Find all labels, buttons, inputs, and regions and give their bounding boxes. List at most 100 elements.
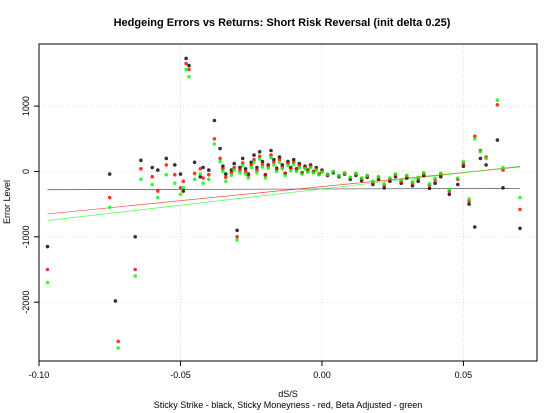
point-sticky-moneyness	[164, 163, 169, 167]
point-beta-adjusted	[300, 172, 304, 176]
point-beta-adjusted	[187, 74, 191, 79]
point-sticky-moneyness	[212, 137, 217, 141]
point-sticky-moneyness	[224, 175, 228, 180]
point-sticky-strike	[433, 181, 437, 185]
point-beta-adjusted	[178, 192, 183, 197]
point-beta-adjusted	[198, 172, 203, 176]
y-tick-label: -2000	[21, 291, 31, 314]
y-axis-label: Error Level	[2, 180, 12, 224]
point-sticky-moneyness	[198, 167, 203, 171]
point-sticky-strike	[133, 235, 137, 239]
point-sticky-strike	[173, 163, 177, 167]
point-sticky-strike	[139, 158, 143, 163]
point-beta-adjusted	[518, 195, 522, 200]
point-beta-adjusted	[376, 174, 381, 179]
point-sticky-strike	[484, 163, 488, 167]
point-sticky-strike	[207, 168, 211, 172]
point-beta-adjusted	[410, 180, 415, 184]
point-beta-adjusted	[365, 173, 370, 178]
point-sticky-moneyness	[495, 103, 500, 107]
point-sticky-moneyness	[156, 189, 160, 193]
point-sticky-moneyness	[518, 207, 522, 212]
point-sticky-strike	[235, 228, 239, 233]
point-beta-adjusted	[306, 170, 310, 174]
point-beta-adjusted	[289, 169, 293, 173]
point-beta-adjusted	[393, 172, 398, 176]
point-beta-adjusted	[433, 176, 437, 181]
point-beta-adjusted	[354, 171, 358, 176]
point-beta-adjusted	[478, 150, 483, 154]
point-beta-adjusted	[240, 163, 245, 168]
point-beta-adjusted	[107, 205, 112, 210]
y-tick-label: 0	[21, 169, 31, 174]
point-sticky-strike	[232, 161, 236, 166]
point-beta-adjusted	[133, 274, 137, 278]
point-sticky-strike	[192, 160, 197, 165]
point-sticky-strike	[224, 172, 228, 176]
point-beta-adjusted	[311, 171, 316, 175]
point-beta-adjusted	[342, 171, 347, 175]
point-sticky-moneyness	[45, 267, 50, 272]
point-beta-adjusted	[456, 176, 460, 180]
point-beta-adjusted	[325, 172, 330, 176]
point-beta-adjusted	[405, 173, 409, 178]
point-sticky-strike	[269, 148, 273, 153]
point-beta-adjusted	[501, 165, 505, 170]
point-beta-adjusted	[320, 170, 324, 174]
point-beta-adjusted	[294, 169, 299, 174]
point-beta-adjusted	[116, 346, 120, 350]
point-sticky-moneyness	[181, 179, 186, 184]
point-beta-adjusted	[283, 173, 288, 178]
legend-caption: Sticky Strike - black, Sticky Moneyness …	[154, 400, 423, 410]
point-beta-adjusted	[382, 182, 387, 186]
point-sticky-moneyness	[207, 172, 211, 177]
point-sticky-moneyness	[235, 235, 239, 239]
x-axis-label: dS/S	[278, 389, 298, 399]
point-beta-adjusted	[359, 176, 364, 180]
point-beta-adjusted	[212, 142, 217, 146]
point-beta-adjusted	[297, 165, 302, 170]
chart: Hedgeing Errors vs Returns: Short Risk R…	[2, 17, 538, 410]
point-sticky-strike	[252, 153, 256, 157]
point-sticky-strike	[150, 165, 154, 170]
point-beta-adjusted	[207, 177, 211, 182]
y-tick-label: 1000	[21, 96, 31, 116]
point-beta-adjusted	[218, 159, 222, 164]
point-beta-adjusted	[467, 197, 471, 201]
point-beta-adjusted	[150, 182, 154, 187]
axes: -0.10 -0.05 0.00 0.05 -2000 -1000 0 1000	[21, 96, 472, 380]
point-sticky-strike	[501, 186, 505, 190]
point-beta-adjusted	[337, 173, 341, 178]
point-beta-adjusted	[246, 176, 251, 180]
point-beta-adjusted	[286, 163, 290, 168]
point-beta-adjusted	[45, 280, 50, 285]
point-beta-adjusted	[272, 163, 276, 167]
point-sticky-strike	[240, 156, 245, 161]
x-tick-label: -0.10	[29, 370, 50, 380]
point-beta-adjusted	[173, 181, 177, 185]
point-sticky-strike	[518, 226, 522, 231]
point-beta-adjusted	[274, 169, 279, 174]
point-beta-adjusted	[257, 157, 262, 161]
point-beta-adjusted	[243, 172, 248, 176]
point-beta-adjusted	[266, 166, 271, 170]
point-beta-adjusted	[291, 162, 296, 167]
point-beta-adjusted	[164, 172, 169, 177]
point-sticky-moneyness	[116, 339, 120, 344]
point-beta-adjusted	[229, 173, 234, 178]
point-beta-adjusted	[317, 172, 321, 177]
point-sticky-strike	[456, 182, 460, 187]
point-beta-adjusted	[314, 168, 319, 172]
point-sticky-moneyness	[173, 172, 177, 177]
point-beta-adjusted	[303, 167, 307, 171]
y-tick-label: -1000	[21, 225, 31, 248]
point-beta-adjusted	[308, 165, 313, 170]
point-sticky-moneyness	[218, 156, 222, 161]
point-sticky-moneyness	[150, 174, 154, 179]
plot-frame	[38, 43, 538, 362]
point-sticky-moneyness	[201, 176, 205, 180]
point-sticky-strike	[156, 168, 160, 172]
point-sticky-strike	[257, 150, 262, 154]
point-beta-adjusted	[422, 171, 426, 175]
point-beta-adjusted	[235, 238, 239, 242]
